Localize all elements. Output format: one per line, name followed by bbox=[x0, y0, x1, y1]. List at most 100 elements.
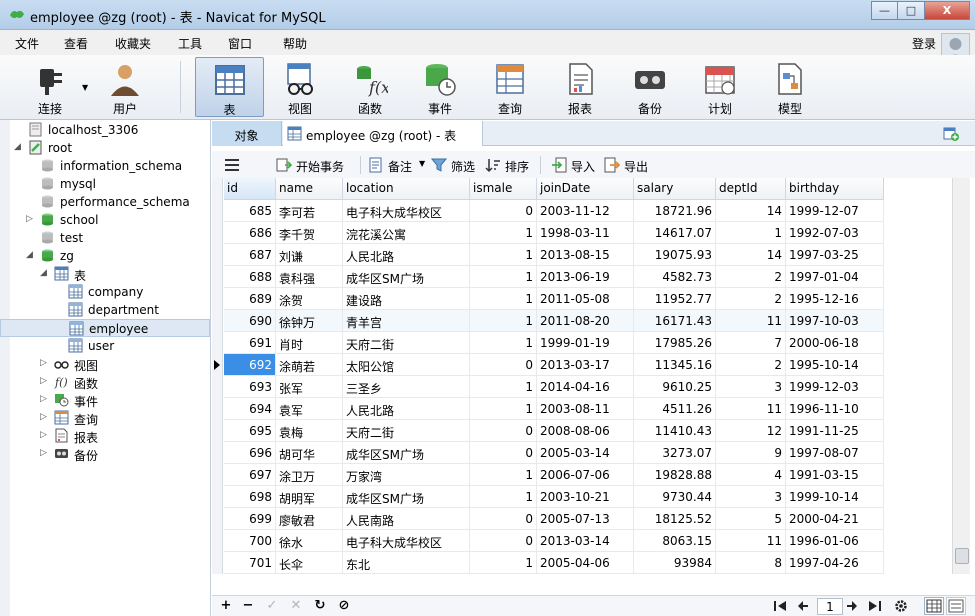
cell-joinDate[interactable]: 1998-03-11 bbox=[537, 222, 634, 244]
cell-deptId[interactable]: 3 bbox=[716, 486, 786, 508]
cell-name[interactable]: 胡可华 bbox=[276, 442, 343, 464]
cell-ismale[interactable]: 1 bbox=[470, 332, 537, 354]
column-header-birthday[interactable]: birthday bbox=[786, 178, 884, 200]
toolbar-query-button[interactable]: 查询 bbox=[477, 57, 543, 117]
cell-id[interactable]: 698 bbox=[224, 486, 276, 508]
menu-window[interactable]: 窗口 bbox=[228, 35, 252, 52]
cell-salary[interactable]: 18125.52 bbox=[634, 508, 716, 530]
column-header-deptId[interactable]: deptId bbox=[716, 178, 786, 200]
sort-button[interactable]: 排序 bbox=[485, 156, 531, 174]
cell-id[interactable]: 687 bbox=[224, 244, 276, 266]
toolbar-report-button[interactable]: 报表 bbox=[547, 57, 613, 117]
cell-ismale[interactable]: 0 bbox=[470, 442, 537, 464]
cell-salary[interactable]: 11345.16 bbox=[634, 354, 716, 376]
cell-location[interactable]: 天府二街 bbox=[343, 420, 470, 442]
cell-location[interactable]: 成华区SM广场 bbox=[343, 266, 470, 288]
cell-ismale[interactable]: 1 bbox=[470, 486, 537, 508]
previous-page-icon[interactable] bbox=[797, 600, 809, 612]
menu-tools[interactable]: 工具 bbox=[178, 35, 202, 52]
tree-expanded-arrow-icon[interactable]: ◢ bbox=[14, 142, 21, 152]
cell-birthday[interactable]: 1997-01-04 bbox=[786, 266, 884, 288]
cell-id[interactable]: 689 bbox=[224, 288, 276, 310]
discard-changes-button[interactable]: ✕ bbox=[288, 598, 304, 614]
tree-item-表[interactable]: ◢ 表 bbox=[0, 265, 210, 283]
cell-location[interactable]: 浣花溪公寓 bbox=[343, 222, 470, 244]
cell-location[interactable]: 人民北路 bbox=[343, 398, 470, 420]
toolbar-user-button[interactable]: 用户 bbox=[92, 57, 158, 117]
cell-birthday[interactable]: 1995-12-16 bbox=[786, 288, 884, 310]
cell-salary[interactable]: 14617.07 bbox=[634, 222, 716, 244]
column-header-joinDate[interactable]: joinDate bbox=[537, 178, 634, 200]
column-header-location[interactable]: location bbox=[343, 178, 470, 200]
memo-dropdown-icon[interactable]: ▼ bbox=[419, 159, 425, 168]
cell-joinDate[interactable]: 2013-03-14 bbox=[537, 530, 634, 552]
cell-joinDate[interactable]: 2013-03-17 bbox=[537, 354, 634, 376]
cell-name[interactable]: 徐水 bbox=[276, 530, 343, 552]
memo-button[interactable]: 备注 ▼ bbox=[368, 156, 428, 174]
cell-birthday[interactable]: 1996-01-06 bbox=[786, 530, 884, 552]
cell-deptId[interactable]: 14 bbox=[716, 244, 786, 266]
cell-name[interactable]: 廖敏君 bbox=[276, 508, 343, 530]
cell-joinDate[interactable]: 2011-08-20 bbox=[537, 310, 634, 332]
cell-deptId[interactable]: 4 bbox=[716, 464, 786, 486]
close-button[interactable]: X bbox=[925, 1, 970, 20]
tree-collapsed-arrow-icon[interactable]: ▷ bbox=[40, 394, 47, 404]
import-button[interactable]: 导入 bbox=[551, 156, 597, 174]
cell-location[interactable]: 电子科大成华校区 bbox=[343, 200, 470, 222]
login-link[interactable]: 登录 bbox=[912, 35, 936, 52]
cell-salary[interactable]: 4582.73 bbox=[634, 266, 716, 288]
tree-item-test[interactable]: test bbox=[0, 229, 210, 247]
maximize-button[interactable]: □ bbox=[898, 1, 925, 20]
cell-name[interactable]: 肖时 bbox=[276, 332, 343, 354]
tree-item-备份[interactable]: ▷ 备份 bbox=[0, 445, 210, 463]
cell-joinDate[interactable]: 1999-01-19 bbox=[537, 332, 634, 354]
cell-deptId[interactable]: 11 bbox=[716, 530, 786, 552]
cell-birthday[interactable]: 1997-10-03 bbox=[786, 310, 884, 332]
cell-joinDate[interactable]: 2013-06-19 bbox=[537, 266, 634, 288]
cell-joinDate[interactable]: 2003-08-11 bbox=[537, 398, 634, 420]
cell-salary[interactable]: 93984 bbox=[634, 552, 716, 574]
cell-location[interactable]: 万家湾 bbox=[343, 464, 470, 486]
cell-id[interactable]: 686 bbox=[224, 222, 276, 244]
refresh-button[interactable]: ↻ bbox=[312, 598, 328, 614]
tree-item-user[interactable]: user bbox=[0, 337, 210, 355]
cell-salary[interactable]: 17985.26 bbox=[634, 332, 716, 354]
tree-collapsed-arrow-icon[interactable]: ▷ bbox=[40, 376, 47, 386]
cell-name[interactable]: 袁梅 bbox=[276, 420, 343, 442]
tree-item-查询[interactable]: ▷ 查询 bbox=[0, 409, 210, 427]
cell-id[interactable]: 700 bbox=[224, 530, 276, 552]
cell-id[interactable]: 699 bbox=[224, 508, 276, 530]
cell-ismale[interactable]: 0 bbox=[470, 508, 537, 530]
column-header-ismale[interactable]: ismale bbox=[470, 178, 537, 200]
cell-deptId[interactable]: 5 bbox=[716, 508, 786, 530]
menu-file[interactable]: 文件 bbox=[15, 35, 39, 52]
toolbar-table-button[interactable]: 表 bbox=[195, 57, 264, 117]
new-object-icon[interactable] bbox=[943, 125, 959, 141]
cell-name[interactable]: 涂萌若 bbox=[276, 354, 343, 376]
cell-birthday[interactable]: 1991-03-15 bbox=[786, 464, 884, 486]
cell-joinDate[interactable]: 2005-07-13 bbox=[537, 508, 634, 530]
cell-salary[interactable]: 19828.88 bbox=[634, 464, 716, 486]
cell-salary[interactable]: 4511.26 bbox=[634, 398, 716, 420]
cell-location[interactable]: 建设路 bbox=[343, 288, 470, 310]
cell-birthday[interactable]: 1997-04-26 bbox=[786, 552, 884, 574]
cell-name[interactable]: 长伞 bbox=[276, 552, 343, 574]
last-page-icon[interactable] bbox=[868, 600, 881, 612]
cell-joinDate[interactable]: 2008-08-06 bbox=[537, 420, 634, 442]
minimize-button[interactable]: — bbox=[871, 1, 898, 20]
cell-name[interactable]: 刘谦 bbox=[276, 244, 343, 266]
cell-salary[interactable]: 9610.25 bbox=[634, 376, 716, 398]
cell-birthday[interactable]: 2000-06-18 bbox=[786, 332, 884, 354]
column-header-salary[interactable]: salary bbox=[634, 178, 716, 200]
tree-item-视图[interactable]: ▷ 视图 bbox=[0, 355, 210, 373]
cell-deptId[interactable]: 11 bbox=[716, 398, 786, 420]
cell-deptId[interactable]: 2 bbox=[716, 266, 786, 288]
cell-salary[interactable]: 9730.44 bbox=[634, 486, 716, 508]
tree-item-mysql[interactable]: mysql bbox=[0, 175, 210, 193]
cell-ismale[interactable]: 1 bbox=[470, 244, 537, 266]
cell-deptId[interactable]: 8 bbox=[716, 552, 786, 574]
cell-location[interactable]: 太阳公馆 bbox=[343, 354, 470, 376]
cell-location[interactable]: 人民南路 bbox=[343, 508, 470, 530]
tree-item-zg[interactable]: ◢ zg bbox=[0, 247, 210, 265]
toolbar-model-button[interactable]: 模型 bbox=[757, 57, 823, 117]
